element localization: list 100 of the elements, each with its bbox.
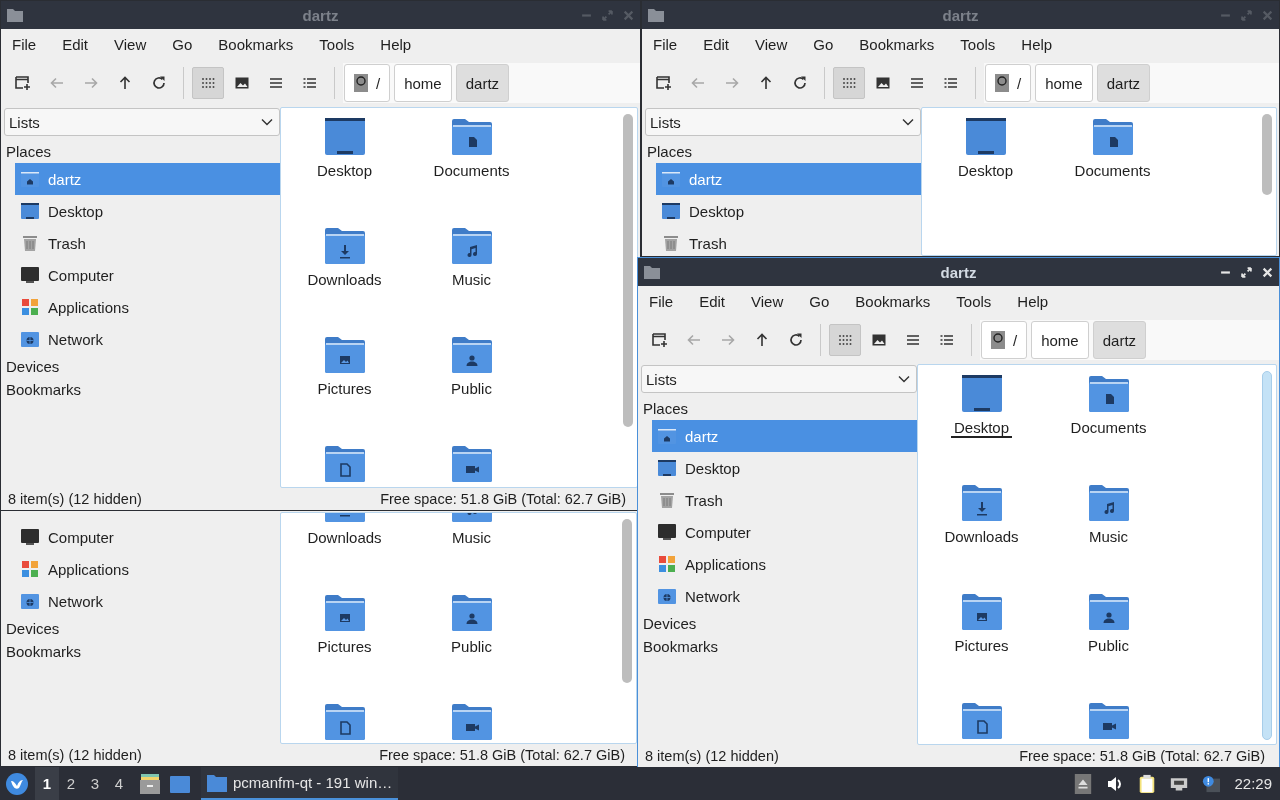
reload-icon bbox=[792, 75, 808, 91]
sidebar-item[interactable]: Trash bbox=[15, 227, 280, 259]
file-name[interactable]: Desktop bbox=[317, 162, 372, 180]
sidebar-item[interactable]: Trash bbox=[652, 484, 917, 516]
workspace-button[interactable]: 3 bbox=[83, 767, 107, 800]
section-heading[interactable]: Places bbox=[645, 140, 921, 163]
file-name[interactable]: Public bbox=[1088, 637, 1129, 655]
menu-item[interactable]: View bbox=[744, 293, 791, 310]
sidebar-item[interactable]: Applications bbox=[15, 553, 280, 585]
start-menu-button[interactable] bbox=[5, 771, 29, 796]
file-name[interactable]: Pictures bbox=[954, 637, 1009, 655]
sidebar-item[interactable]: Network bbox=[652, 580, 917, 612]
path-button[interactable]: dartz bbox=[455, 64, 510, 102]
workspace-button[interactable]: 1 bbox=[35, 767, 59, 800]
notification-icon[interactable] bbox=[1202, 773, 1221, 794]
file-cabinet-icon[interactable] bbox=[139, 772, 161, 795]
file-name[interactable]: Downloads bbox=[944, 528, 1019, 546]
section-heading[interactable]: Devices bbox=[641, 612, 917, 635]
menu-item[interactable]: Help bbox=[373, 36, 419, 53]
side-pane-dropdown[interactable]: Lists bbox=[641, 365, 917, 393]
file-name[interactable]: Pictures bbox=[317, 638, 372, 656]
menu-item[interactable]: File bbox=[646, 36, 685, 53]
chevron-down-icon bbox=[261, 118, 273, 126]
menu-item[interactable]: Edit bbox=[55, 36, 96, 53]
file-name[interactable]: Documents bbox=[1074, 162, 1151, 180]
sidebar-item[interactable]: Trash bbox=[656, 227, 921, 256]
icon-view-icon bbox=[837, 332, 853, 348]
folder-icon bbox=[207, 773, 227, 792]
file-name[interactable]: Public bbox=[451, 638, 492, 656]
clock[interactable]: 22:29 bbox=[1234, 775, 1272, 792]
menu-item[interactable]: Help bbox=[1014, 36, 1060, 53]
menu-item[interactable]: Bookmarks bbox=[848, 293, 938, 310]
section-heading[interactable]: Places bbox=[641, 397, 917, 420]
templates-folder-icon bbox=[324, 444, 365, 484]
path-button[interactable]: / bbox=[985, 64, 1032, 102]
side-pane-dropdown[interactable]: Lists bbox=[4, 108, 280, 136]
sidebar-item[interactable]: Desktop bbox=[652, 452, 917, 484]
menu-item[interactable]: Tools bbox=[953, 36, 1003, 53]
network-folder-icon bbox=[21, 330, 39, 348]
section-heading[interactable]: Bookmarks bbox=[4, 378, 280, 401]
path-button[interactable]: home bbox=[394, 64, 452, 102]
section-heading[interactable]: Bookmarks bbox=[641, 635, 917, 658]
file-name[interactable]: Desktop bbox=[951, 419, 1012, 438]
menu-item[interactable]: Go bbox=[165, 36, 200, 53]
sidebar-item[interactable]: Network bbox=[15, 585, 280, 617]
path-button[interactable]: / bbox=[344, 64, 391, 102]
file-name[interactable]: Music bbox=[1088, 528, 1129, 546]
menu-item[interactable]: File bbox=[5, 36, 44, 53]
menu-item[interactable]: Bookmarks bbox=[852, 36, 942, 53]
path-button[interactable]: dartz bbox=[1096, 64, 1151, 102]
menu-item[interactable]: Help bbox=[1010, 293, 1056, 310]
item-count: 8 item(s) (12 hidden) bbox=[8, 747, 142, 763]
public-folder-icon bbox=[451, 593, 492, 633]
file-name[interactable]: Documents bbox=[1070, 419, 1147, 437]
menu-item[interactable]: View bbox=[748, 36, 795, 53]
menu-item[interactable]: View bbox=[107, 36, 154, 53]
path-button[interactable]: home bbox=[1031, 321, 1089, 359]
desktop-folder-icon bbox=[324, 117, 365, 157]
section-heading[interactable]: Devices bbox=[4, 355, 280, 378]
menu-item[interactable]: Tools bbox=[312, 36, 362, 53]
clipboard-icon[interactable] bbox=[1138, 773, 1157, 794]
eject-icon[interactable] bbox=[1074, 773, 1093, 794]
sidebar-item[interactable]: Applications bbox=[652, 548, 917, 580]
sidebar-item[interactable]: Computer bbox=[15, 521, 280, 553]
path-button[interactable]: / bbox=[981, 321, 1028, 359]
task-button[interactable]: pcmanfm-qt - 191 win… bbox=[201, 767, 399, 800]
file-name[interactable]: Music bbox=[451, 271, 492, 289]
sidebar-item[interactable]: Desktop bbox=[15, 195, 280, 227]
file-name[interactable]: Downloads bbox=[307, 529, 382, 547]
sidebar-item[interactable]: Applications bbox=[15, 291, 280, 323]
sidebar-item[interactable]: Computer bbox=[15, 259, 280, 291]
path-button[interactable]: dartz bbox=[1092, 321, 1147, 359]
file-name[interactable]: Downloads bbox=[307, 271, 382, 289]
menu-item[interactable]: Tools bbox=[949, 293, 999, 310]
free-space: Free space: 51.8 GiB (Total: 62.7 GiB) bbox=[380, 491, 626, 507]
menu-item[interactable]: Go bbox=[802, 293, 837, 310]
videos-folder-icon bbox=[451, 444, 492, 484]
menu-item[interactable]: Edit bbox=[692, 293, 733, 310]
file-name[interactable]: Music bbox=[451, 529, 492, 547]
window-title: dartz bbox=[940, 263, 977, 281]
section-heading[interactable]: Devices bbox=[4, 617, 280, 640]
path-button[interactable]: home bbox=[1035, 64, 1093, 102]
downloads-folder-icon bbox=[961, 483, 1002, 523]
file-name[interactable]: Pictures bbox=[317, 380, 372, 398]
menu-item[interactable]: Go bbox=[806, 36, 841, 53]
file-name[interactable]: Public bbox=[451, 380, 492, 398]
sidebar-item[interactable]: Desktop bbox=[656, 195, 921, 227]
menu-item[interactable]: Bookmarks bbox=[211, 36, 301, 53]
section-heading[interactable]: Bookmarks bbox=[4, 640, 280, 663]
workspace-button[interactable]: 2 bbox=[59, 767, 83, 800]
file-name[interactable]: Documents bbox=[433, 162, 510, 180]
menu-item[interactable]: Edit bbox=[696, 36, 737, 53]
scrollbar[interactable] bbox=[1262, 371, 1272, 740]
workspace-button[interactable]: 4 bbox=[107, 767, 131, 800]
sidebar-item[interactable]: Network bbox=[15, 323, 280, 355]
menu-item[interactable]: File bbox=[642, 293, 681, 310]
sidebar-item[interactable]: Computer bbox=[652, 516, 917, 548]
file-name[interactable]: Desktop bbox=[958, 162, 1013, 180]
section-heading[interactable]: Places bbox=[4, 140, 280, 163]
side-pane-dropdown[interactable]: Lists bbox=[645, 108, 921, 136]
